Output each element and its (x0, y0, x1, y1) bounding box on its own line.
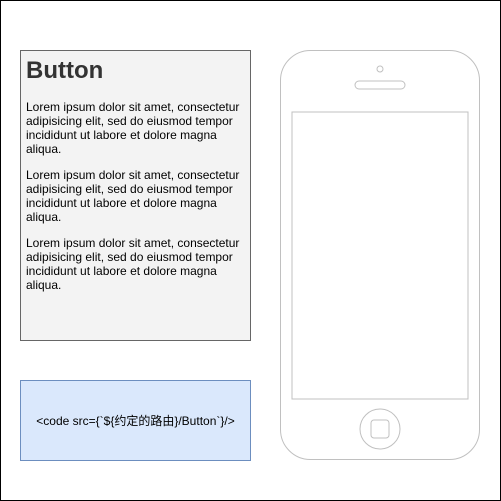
code-snippet-box: <code src={`${约定的路由}/Button`}/> (20, 380, 251, 461)
home-button-square (370, 419, 390, 439)
doc-paragraph-3: Lorem ipsum dolor sit amet, consectetur … (26, 236, 240, 292)
iphone-mockup-icon (280, 50, 480, 460)
phone-screen (291, 111, 469, 400)
documentation-card: Button Lorem ipsum dolor sit amet, conse… (20, 50, 251, 341)
doc-paragraph-2: Lorem ipsum dolor sit amet, consectetur … (26, 168, 240, 224)
front-camera-icon (376, 65, 384, 73)
speaker-grille-icon (354, 80, 406, 90)
code-snippet-text: <code src={`${约定的路由}/Button`}/> (36, 414, 235, 428)
doc-paragraph-1: Lorem ipsum dolor sit amet, consectetur … (26, 100, 240, 156)
doc-title: Button (26, 57, 104, 84)
